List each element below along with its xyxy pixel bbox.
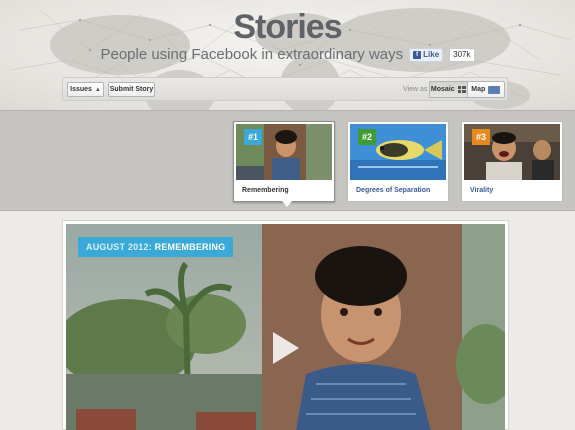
play-icon[interactable] [273,332,299,364]
caret-up-icon: ▲ [94,86,101,93]
featured-story: AUGUST 2012: REMEMBERING [62,220,509,430]
submit-story-button[interactable]: Submit Story [108,82,155,97]
tag-title: REMEMBERING [154,242,226,252]
story-label: Degrees of Separation [356,187,431,194]
like-label: Like [423,50,440,59]
story-card-virality[interactable]: #3 Virality [461,121,563,202]
view-toggle: Mosaic Map [429,81,505,98]
story-card-remembering[interactable]: #1 Remembering [233,121,335,207]
story-label: Remembering [242,187,289,194]
thumbs-up-icon: f [413,50,422,59]
story-card-degrees-of-separation[interactable]: #2 Degrees of Separation [347,121,449,202]
grid-icon [457,86,466,93]
map-label: Map [471,86,486,93]
facebook-like-button[interactable]: f Like [409,47,444,62]
mosaic-label: Mosaic [430,86,455,93]
story-number-badge: #3 [472,129,490,145]
view-mosaic-button[interactable]: Mosaic [430,82,468,97]
featured-video[interactable]: AUGUST 2012: REMEMBERING [66,224,505,430]
story-number-badge: #1 [244,129,262,145]
toolbar: Issues ▲ Submit Story View as Mosaic Map [62,77,508,101]
active-pointer [282,201,292,207]
view-as-label: View as [403,86,428,93]
page-title: Stories [233,8,342,46]
page-subtitle: People using Facebook in extraordinary w… [100,46,404,63]
like-count: 307k [449,47,475,62]
featured-story-tag: AUGUST 2012: REMEMBERING [78,237,234,257]
subtitle-row: People using Facebook in extraordinary w… [0,46,575,63]
page-header: Stories People using Facebook in extraor… [0,0,575,110]
issues-label: Issues [70,86,92,93]
story-number-badge: #2 [358,129,376,145]
view-map-button[interactable]: Map [467,82,504,97]
issues-dropdown-button[interactable]: Issues ▲ [67,82,104,97]
story-label: Virality [470,187,494,194]
tag-date: AUGUST 2012: [86,242,155,252]
world-map-icon [488,85,501,94]
story-tray: #1 Remembering #2 Degrees of Separation [0,110,575,211]
